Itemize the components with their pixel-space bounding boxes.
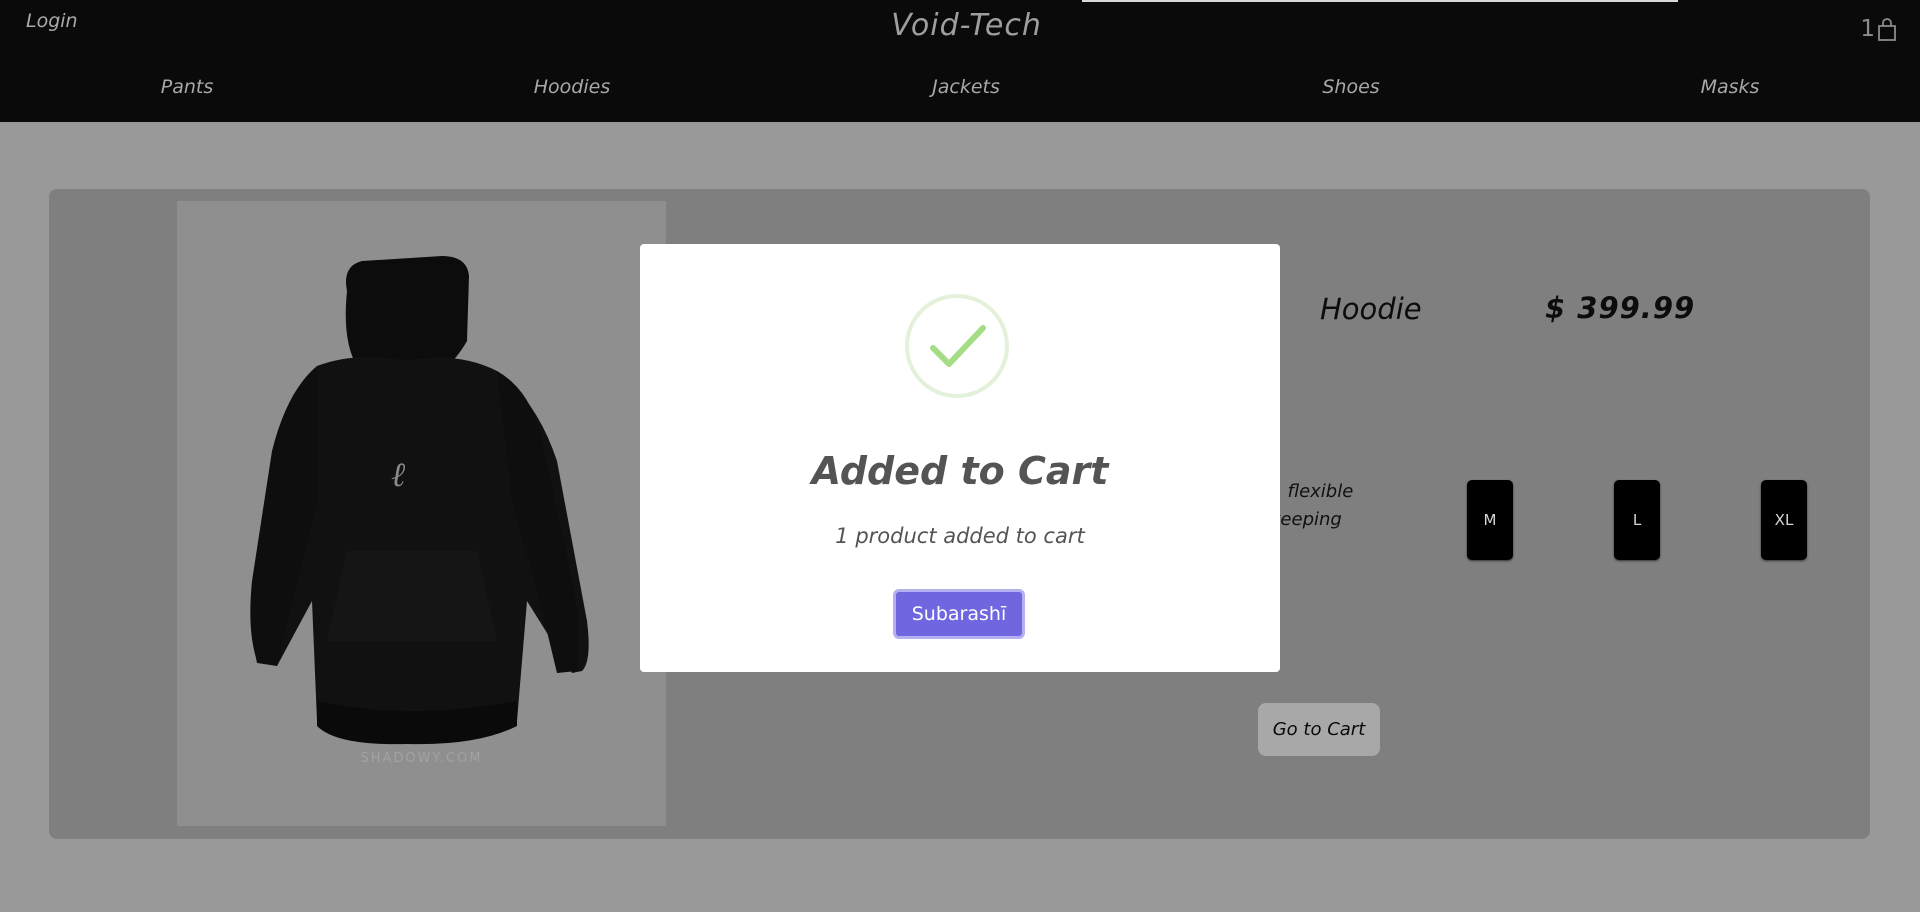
nav-item-hoodies[interactable]: Hoodies <box>534 76 610 98</box>
product-description: , flexible keeping <box>1270 478 1410 534</box>
dialog-message: 1 product added to cart <box>835 524 1085 548</box>
nav-item-pants[interactable]: Pants <box>161 76 214 98</box>
nav-item-masks[interactable]: Masks <box>1701 76 1760 98</box>
size-button-xl[interactable]: XL <box>1761 480 1807 560</box>
shopping-bag-icon <box>1875 18 1898 42</box>
size-button-m[interactable]: M <box>1467 480 1513 560</box>
site-header: Login Void-Tech 1 Pants Hoodies Jackets … <box>0 0 1920 122</box>
nav-item-shoes[interactable]: Shoes <box>1322 76 1379 98</box>
confirm-button[interactable]: Subarashī <box>893 589 1025 639</box>
brand-title[interactable]: Void-Tech <box>0 8 1920 43</box>
size-button-l[interactable]: L <box>1614 480 1660 560</box>
success-check-icon <box>905 294 1009 398</box>
hoodie-illustration: ℓ <box>250 256 589 745</box>
product-price: $ 399.99 <box>1545 291 1696 325</box>
cart-count: 1 <box>1860 16 1875 42</box>
product-image: ℓ SHADOWY.COM <box>177 201 666 826</box>
cart-indicator[interactable]: 1 <box>1860 16 1898 42</box>
product-name: Hoodie <box>1320 292 1422 326</box>
image-watermark: SHADOWY.COM <box>360 751 483 766</box>
added-to-cart-dialog: Added to Cart 1 product added to cart Su… <box>640 244 1280 672</box>
svg-text:ℓ: ℓ <box>391 455 405 495</box>
category-nav: Pants Hoodies Jackets Shoes Masks <box>0 76 1920 106</box>
go-to-cart-button[interactable]: Go to Cart <box>1258 703 1380 756</box>
description-line: keeping <box>1270 509 1342 530</box>
top-accent-line <box>1082 0 1678 2</box>
dialog-title: Added to Cart <box>811 449 1109 493</box>
description-line: , flexible <box>1276 481 1354 502</box>
nav-item-jackets[interactable]: Jackets <box>932 76 1000 98</box>
